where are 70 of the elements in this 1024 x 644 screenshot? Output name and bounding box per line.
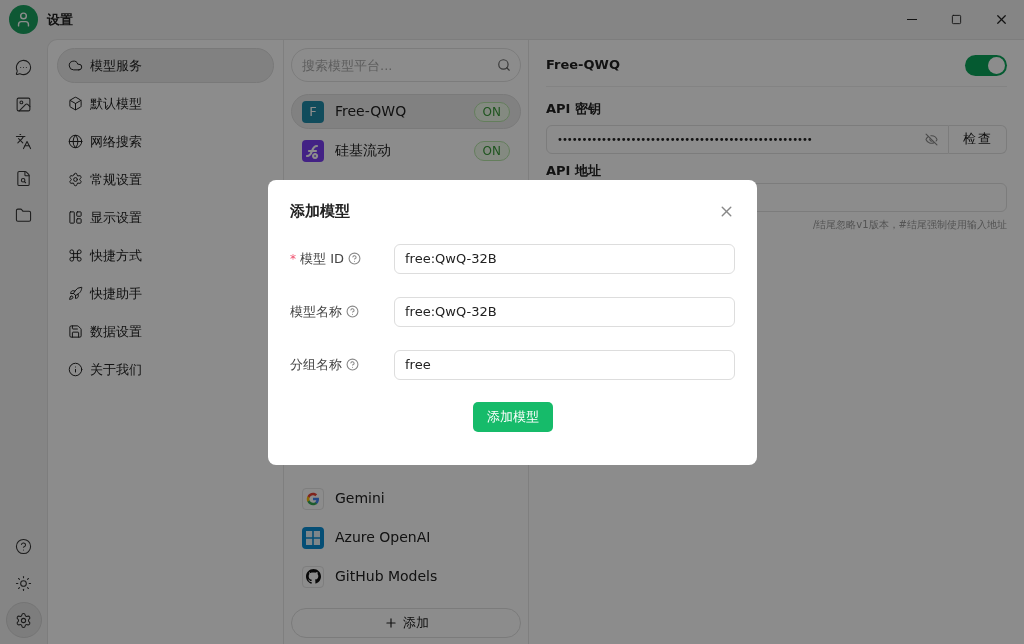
field-label: API 地址 [546, 161, 602, 180]
settings-menu-item[interactable]: 显示设置 [57, 200, 274, 235]
settings-menu-item[interactable]: 默认模型 [57, 86, 274, 121]
status-badge: ON [473, 140, 510, 161]
field-label: 模型名称 [290, 302, 342, 321]
provider-name: Free-QWQ [335, 102, 407, 121]
help-icon [346, 358, 359, 371]
help-icon [15, 537, 32, 555]
provider-name: Gemini [335, 489, 385, 508]
provider-name: 硅基流动 [335, 141, 391, 160]
help-icon [348, 252, 361, 265]
provider-logo-icon [302, 139, 324, 162]
sun-icon [15, 574, 32, 592]
field-label: API 密钥 [546, 100, 602, 118]
provider-item[interactable]: Gemini [291, 481, 521, 516]
provider-name: GitHub Models [335, 567, 438, 586]
provider-logo: F [302, 100, 324, 123]
settings-menu-item[interactable]: 数据设置 [57, 314, 274, 349]
settings-menu-item[interactable]: 常规设置 [57, 162, 274, 197]
text-field[interactable]: free:QwQ-32B [394, 243, 735, 274]
settings-icon [15, 611, 32, 629]
text-field[interactable]: free [394, 349, 735, 380]
provider-item[interactable]: GitHub Models [291, 559, 521, 594]
settings-button[interactable] [5, 602, 42, 638]
dialog-title: 添加模型 [290, 201, 350, 222]
plus-icon [383, 616, 398, 630]
image-icon [15, 95, 32, 113]
provider-name: Azure OpenAI [335, 528, 431, 547]
layout-icon [68, 210, 83, 225]
text-field[interactable]: free:QwQ-32B [394, 296, 735, 327]
gear-icon [68, 172, 83, 187]
field-label: 分组名称 [290, 355, 342, 374]
user-icon [15, 11, 32, 28]
check-button[interactable]: 检查 [949, 124, 1007, 154]
translate-icon [15, 132, 32, 150]
api-key-field[interactable]: •••••••••••••••••••••••••••••••••••••••••••••••••••• [546, 124, 949, 154]
provider-item[interactable]: F Free-QWQ ON [291, 94, 521, 129]
close-icon [994, 12, 1009, 27]
save-icon [68, 324, 83, 339]
toggle-switch[interactable] [965, 54, 1007, 76]
globe-icon [68, 134, 83, 149]
cloud-icon [68, 58, 83, 73]
chat-icon [15, 58, 32, 76]
google-g-icon [302, 487, 324, 510]
settings-menu-item[interactable]: 网络搜索 [57, 124, 274, 159]
settings-menu-item[interactable]: 快捷方式 [57, 238, 274, 273]
required-asterisk: * [290, 250, 296, 268]
settings-menu-item[interactable]: 关于我们 [57, 352, 274, 387]
help-icon [346, 305, 359, 318]
github-logo-icon [302, 565, 324, 588]
cube-icon [68, 96, 83, 111]
provider-item[interactable]: Azure OpenAI [291, 520, 521, 555]
info-icon [68, 362, 83, 377]
window-grid-logo-icon [302, 526, 324, 549]
provider-title: Free-QWQ [546, 56, 620, 75]
status-badge: ON [473, 101, 510, 122]
folder-icon [15, 206, 32, 224]
rocket-icon [68, 286, 83, 301]
avatar[interactable] [9, 5, 38, 34]
minimize-icon [906, 19, 917, 20]
maximize-icon [951, 14, 962, 25]
settings-menu-item[interactable]: 模型服务 [57, 48, 274, 83]
provider-item[interactable]: 硅基流动 ON [291, 133, 521, 168]
field-label: 模型 ID [300, 249, 344, 268]
window-title: 设置 [47, 10, 73, 29]
settings-menu-item[interactable]: 快捷助手 [57, 276, 274, 311]
document-search-icon [15, 169, 32, 187]
command-icon [68, 248, 83, 263]
eye-off-icon [925, 132, 938, 146]
search-icon [497, 58, 511, 72]
